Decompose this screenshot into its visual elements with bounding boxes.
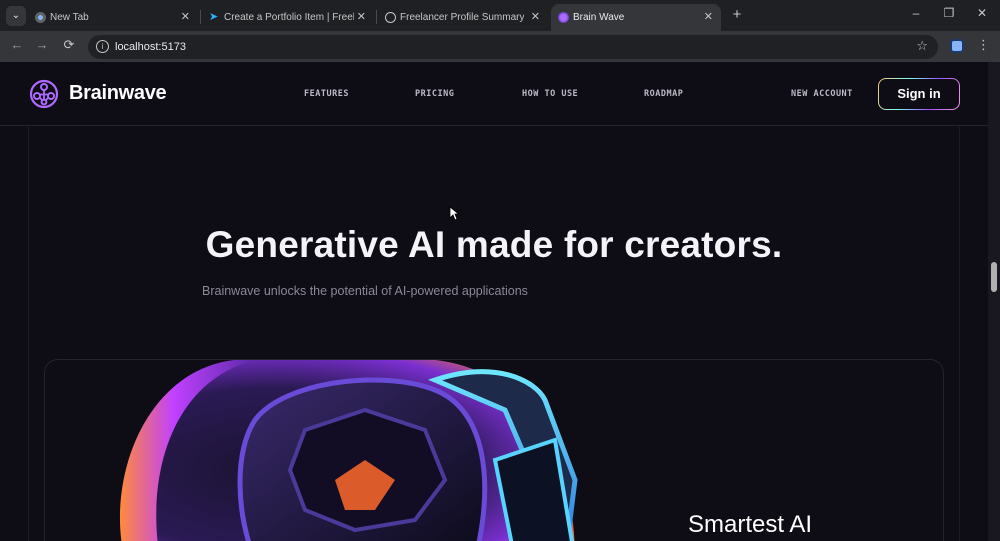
tab-separator (200, 10, 201, 24)
reload-icon[interactable]: ⟳ (60, 37, 78, 53)
frame-border-left (28, 127, 29, 541)
minimize-button[interactable]: – (906, 6, 926, 20)
sign-in-button[interactable]: Sign in (878, 78, 960, 110)
bookmark-star-icon[interactable]: ☆ (916, 38, 928, 54)
tab-freelancer-profile[interactable]: Freelancer Profile Summary ✕ (378, 4, 548, 31)
close-tab-icon[interactable]: ✕ (531, 4, 540, 31)
hero-title: Generative AI made for creators. (205, 224, 783, 265)
new-account-link[interactable]: NEW ACCOUNT (791, 89, 853, 99)
openai-icon (385, 12, 396, 23)
freelancer-icon: ➤ (209, 11, 219, 23)
tab-title: Freelancer Profile Summary (400, 12, 525, 23)
close-tab-icon[interactable]: ✕ (704, 4, 713, 31)
tab-brain-wave[interactable]: Brain Wave ✕ (551, 4, 721, 31)
chrome-icon (35, 12, 46, 23)
tab-title: Create a Portfolio Item | Freelan (224, 12, 354, 23)
browser-toolbar: ← → ⟳ i localhost:5173 ☆ ⋮ (0, 31, 1000, 62)
nav-pricing[interactable]: PRICING (415, 89, 454, 99)
restore-button[interactable]: ❐ (939, 6, 959, 20)
close-window-button[interactable]: ✕ (972, 6, 992, 20)
address-bar[interactable]: i localhost:5173 ☆ (88, 35, 938, 59)
tab-separator (376, 10, 377, 24)
card-heading: Smartest AI (688, 511, 813, 538)
close-tab-icon[interactable]: ✕ (181, 4, 190, 31)
ai-robot-illustration (119, 360, 578, 541)
tab-search-button[interactable]: ⌄ (6, 6, 26, 26)
web-page: Brainwave FEATURES PRICING HOW TO USE RO… (0, 62, 988, 541)
close-tab-icon[interactable]: ✕ (357, 4, 366, 31)
nav-how-to-use[interactable]: HOW TO USE (522, 89, 578, 99)
extension-icon[interactable] (950, 39, 964, 53)
page-scrollbar[interactable] (988, 62, 1000, 541)
brainwave-icon (558, 12, 569, 23)
hero-card: Smartest AI (44, 359, 944, 541)
tab-title: Brain Wave (573, 12, 625, 23)
brainwave-logo-icon[interactable] (28, 78, 60, 110)
brand-name[interactable]: Brainwave (69, 82, 167, 105)
forward-arrow-icon[interactable]: → (33, 37, 51, 52)
nav-features[interactable]: FEATURES (304, 89, 349, 99)
site-header: Brainwave FEATURES PRICING HOW TO USE RO… (0, 62, 988, 126)
hero-subtitle: Brainwave unlocks the potential of AI-po… (202, 284, 528, 298)
browser-tab-strip: ⌄ New Tab ✕ ➤ Create a Portfolio Item | … (0, 0, 1000, 31)
scrollbar-thumb[interactable] (991, 262, 997, 292)
tab-title: New Tab (50, 12, 89, 23)
new-tab-button[interactable]: + (728, 6, 746, 24)
site-info-icon[interactable]: i (96, 40, 109, 53)
tab-create-portfolio[interactable]: ➤ Create a Portfolio Item | Freelan ✕ (202, 4, 374, 31)
tab-new-tab[interactable]: New Tab ✕ (28, 4, 198, 31)
nav-roadmap[interactable]: ROADMAP (644, 89, 683, 99)
mouse-cursor-icon (449, 206, 459, 221)
frame-border-right (959, 127, 960, 541)
back-arrow-icon[interactable]: ← (8, 37, 26, 52)
url-text[interactable]: localhost:5173 (115, 35, 186, 59)
browser-menu-icon[interactable]: ⋮ (977, 37, 990, 53)
